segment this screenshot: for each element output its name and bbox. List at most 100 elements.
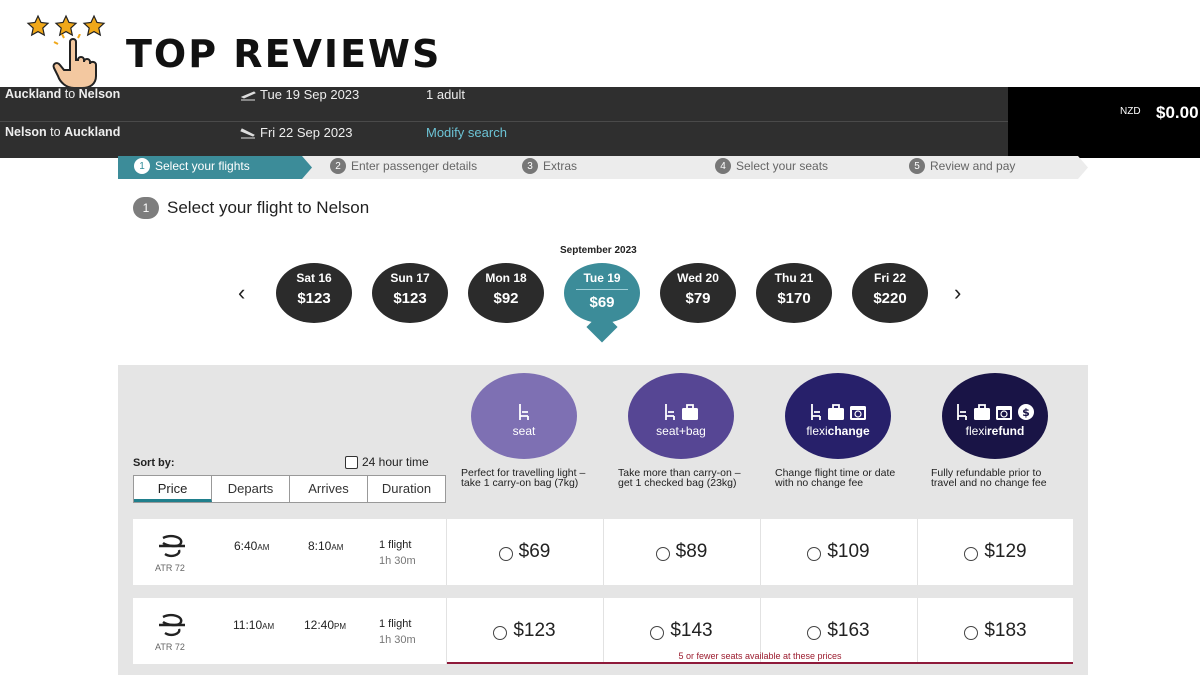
sort-label: Sort by: bbox=[133, 457, 175, 469]
svg-text:$: $ bbox=[1022, 406, 1030, 419]
fare-option-flexichange[interactable]: $109 bbox=[760, 519, 916, 585]
inbound-route: Nelson to Auckland bbox=[5, 125, 120, 139]
date-label: Wed 20 bbox=[677, 271, 719, 285]
step-select-flights[interactable]: 1 Select your flights bbox=[134, 158, 250, 174]
flight-count: 1 flight bbox=[379, 618, 412, 630]
departure-time-value: 6:40 bbox=[234, 539, 258, 553]
fare-seat-bag: seat+bag bbox=[628, 373, 734, 459]
date-option-thu-21[interactable]: Thu 21 $170 bbox=[756, 263, 832, 323]
top-reviews-logo: TOP REVIEWS bbox=[22, 10, 482, 90]
fare-radio[interactable] bbox=[498, 547, 513, 561]
sort-tab-duration[interactable]: Duration bbox=[368, 476, 445, 502]
section-number: 1 bbox=[133, 197, 159, 219]
step-label: Select your flights bbox=[155, 159, 250, 173]
fare-option-seat[interactable]: $69 bbox=[446, 519, 602, 585]
section-heading: 1 Select your flight to Nelson bbox=[133, 197, 369, 219]
pointing-hand-icon bbox=[52, 34, 97, 89]
step-passenger-details[interactable]: 2 Enter passenger details bbox=[330, 158, 477, 174]
inbound-date: Fri 22 Sep 2023 bbox=[240, 125, 353, 140]
limited-seats-notice: 5 or fewer seats available at these pric… bbox=[678, 651, 842, 661]
sort-tab-price[interactable]: Price bbox=[134, 476, 212, 502]
fare-description: Fully refundable prior to travel and no … bbox=[931, 467, 1047, 489]
next-dates-button[interactable]: › bbox=[954, 280, 961, 306]
date-option-tue-19[interactable]: Tue 19 $69 bbox=[564, 263, 640, 323]
fare-radio[interactable] bbox=[655, 547, 670, 561]
modify-search-link[interactable]: Modify search bbox=[426, 125, 507, 140]
sort-tab-departs[interactable]: Departs bbox=[212, 476, 290, 502]
brand-title: TOP REVIEWS bbox=[126, 32, 442, 76]
outbound-date-text: Tue 19 Sep 2023 bbox=[260, 87, 360, 102]
step-number: 4 bbox=[715, 158, 731, 174]
fare-price: $163 bbox=[827, 620, 870, 641]
dollar-coin-icon: $ bbox=[1018, 404, 1034, 420]
arrival-time-value: 12:40 bbox=[304, 618, 335, 632]
calendar-icon bbox=[996, 406, 1012, 420]
hour24-checkbox[interactable] bbox=[345, 455, 358, 469]
fare-name-prefix: flexi bbox=[806, 424, 828, 438]
date-option-mon-18[interactable]: Mon 18 $92 bbox=[468, 263, 544, 323]
fare-price: $89 bbox=[675, 541, 708, 562]
hour24-toggle[interactable]: 24 hour time bbox=[345, 455, 429, 469]
date-label: Sat 16 bbox=[296, 271, 332, 285]
step-label: Review and pay bbox=[930, 159, 1016, 173]
sort-tabs: Price Departs Arrives Duration bbox=[133, 475, 446, 503]
step-extras[interactable]: 3 Extras bbox=[522, 158, 577, 174]
calendar-month: September 2023 bbox=[560, 245, 637, 256]
flight-count: 1 flight bbox=[379, 539, 412, 551]
date-label: Thu 21 bbox=[774, 271, 814, 285]
date-price: $123 bbox=[297, 290, 331, 307]
inbound-summary: Nelson to Auckland Fri 22 Sep 2023 Modif… bbox=[0, 123, 1008, 158]
fare-option-seat-bag[interactable]: $89 bbox=[603, 519, 759, 585]
calendar-icon bbox=[850, 406, 866, 420]
fare-seat: seat bbox=[471, 373, 577, 459]
seat-icon bbox=[519, 404, 529, 420]
flight-info: ATR 72 6:40AM 8:10AM 1 flight 1h 30m bbox=[133, 519, 446, 585]
fare-radio[interactable] bbox=[807, 626, 822, 640]
sort-tab-arrives[interactable]: Arrives bbox=[290, 476, 368, 502]
flight-duration: 1h 30m bbox=[379, 555, 416, 567]
date-price: $220 bbox=[873, 290, 907, 307]
destination-city: Auckland bbox=[64, 125, 121, 139]
bag-icon bbox=[974, 404, 990, 420]
outbound-date: Tue 19 Sep 2023 bbox=[240, 87, 359, 102]
step-number: 2 bbox=[330, 158, 346, 174]
fare-flexichange: flexichange bbox=[785, 373, 891, 459]
total-currency: NZD bbox=[1120, 106, 1141, 117]
prev-dates-button[interactable]: ‹ bbox=[238, 280, 245, 306]
fare-description: Change flight time or date with no chang… bbox=[775, 467, 896, 489]
departure-time-suffix: AM bbox=[262, 622, 275, 631]
step-label: Extras bbox=[543, 159, 578, 173]
arrival-time-suffix: PM bbox=[334, 622, 347, 631]
fare-radio[interactable] bbox=[650, 626, 665, 640]
date-option-sun-17[interactable]: Sun 17 $123 bbox=[372, 263, 448, 323]
step-number: 5 bbox=[909, 158, 925, 174]
date-label: Tue 19 bbox=[576, 271, 628, 290]
airline-koru-logo-icon bbox=[159, 614, 185, 637]
date-price: $170 bbox=[777, 290, 811, 307]
passenger-count: 1 adult bbox=[426, 87, 466, 102]
date-label: Mon 18 bbox=[485, 271, 527, 285]
fare-radio[interactable] bbox=[493, 626, 508, 640]
date-option-fri-22[interactable]: Fri 22 $220 bbox=[852, 263, 928, 323]
fare-radio[interactable] bbox=[964, 626, 979, 640]
date-price: $123 bbox=[393, 290, 427, 307]
step-label: Select your seats bbox=[736, 159, 829, 173]
aircraft-type: ATR 72 bbox=[155, 642, 185, 652]
arrival-time: 8:10AM bbox=[308, 539, 343, 553]
step-select-seats[interactable]: 4 Select your seats bbox=[715, 158, 828, 174]
step-review-pay[interactable]: 5 Review and pay bbox=[909, 158, 1015, 174]
page-title: Select your flight to Nelson bbox=[167, 198, 370, 217]
departure-time: 6:40AM bbox=[234, 539, 269, 553]
fare-name-prefix: flexi bbox=[965, 424, 987, 438]
limited-seats-underline bbox=[447, 662, 1073, 664]
fare-radio[interactable] bbox=[807, 547, 822, 561]
date-option-sat-16[interactable]: Sat 16 $123 bbox=[276, 263, 352, 323]
hour24-label: 24 hour time bbox=[362, 455, 429, 469]
fare-option-flexirefund[interactable]: $129 bbox=[917, 519, 1073, 585]
fare-radio[interactable] bbox=[964, 547, 979, 561]
date-label: Fri 22 bbox=[873, 271, 906, 285]
flight-row: ATR 72 6:40AM 8:10AM 1 flight 1h 30m $69… bbox=[133, 519, 1073, 585]
flight-duration: 1h 30m bbox=[379, 634, 416, 646]
date-option-wed-20[interactable]: Wed 20 $79 bbox=[660, 263, 736, 323]
date-label: Sun 17 bbox=[390, 271, 430, 285]
